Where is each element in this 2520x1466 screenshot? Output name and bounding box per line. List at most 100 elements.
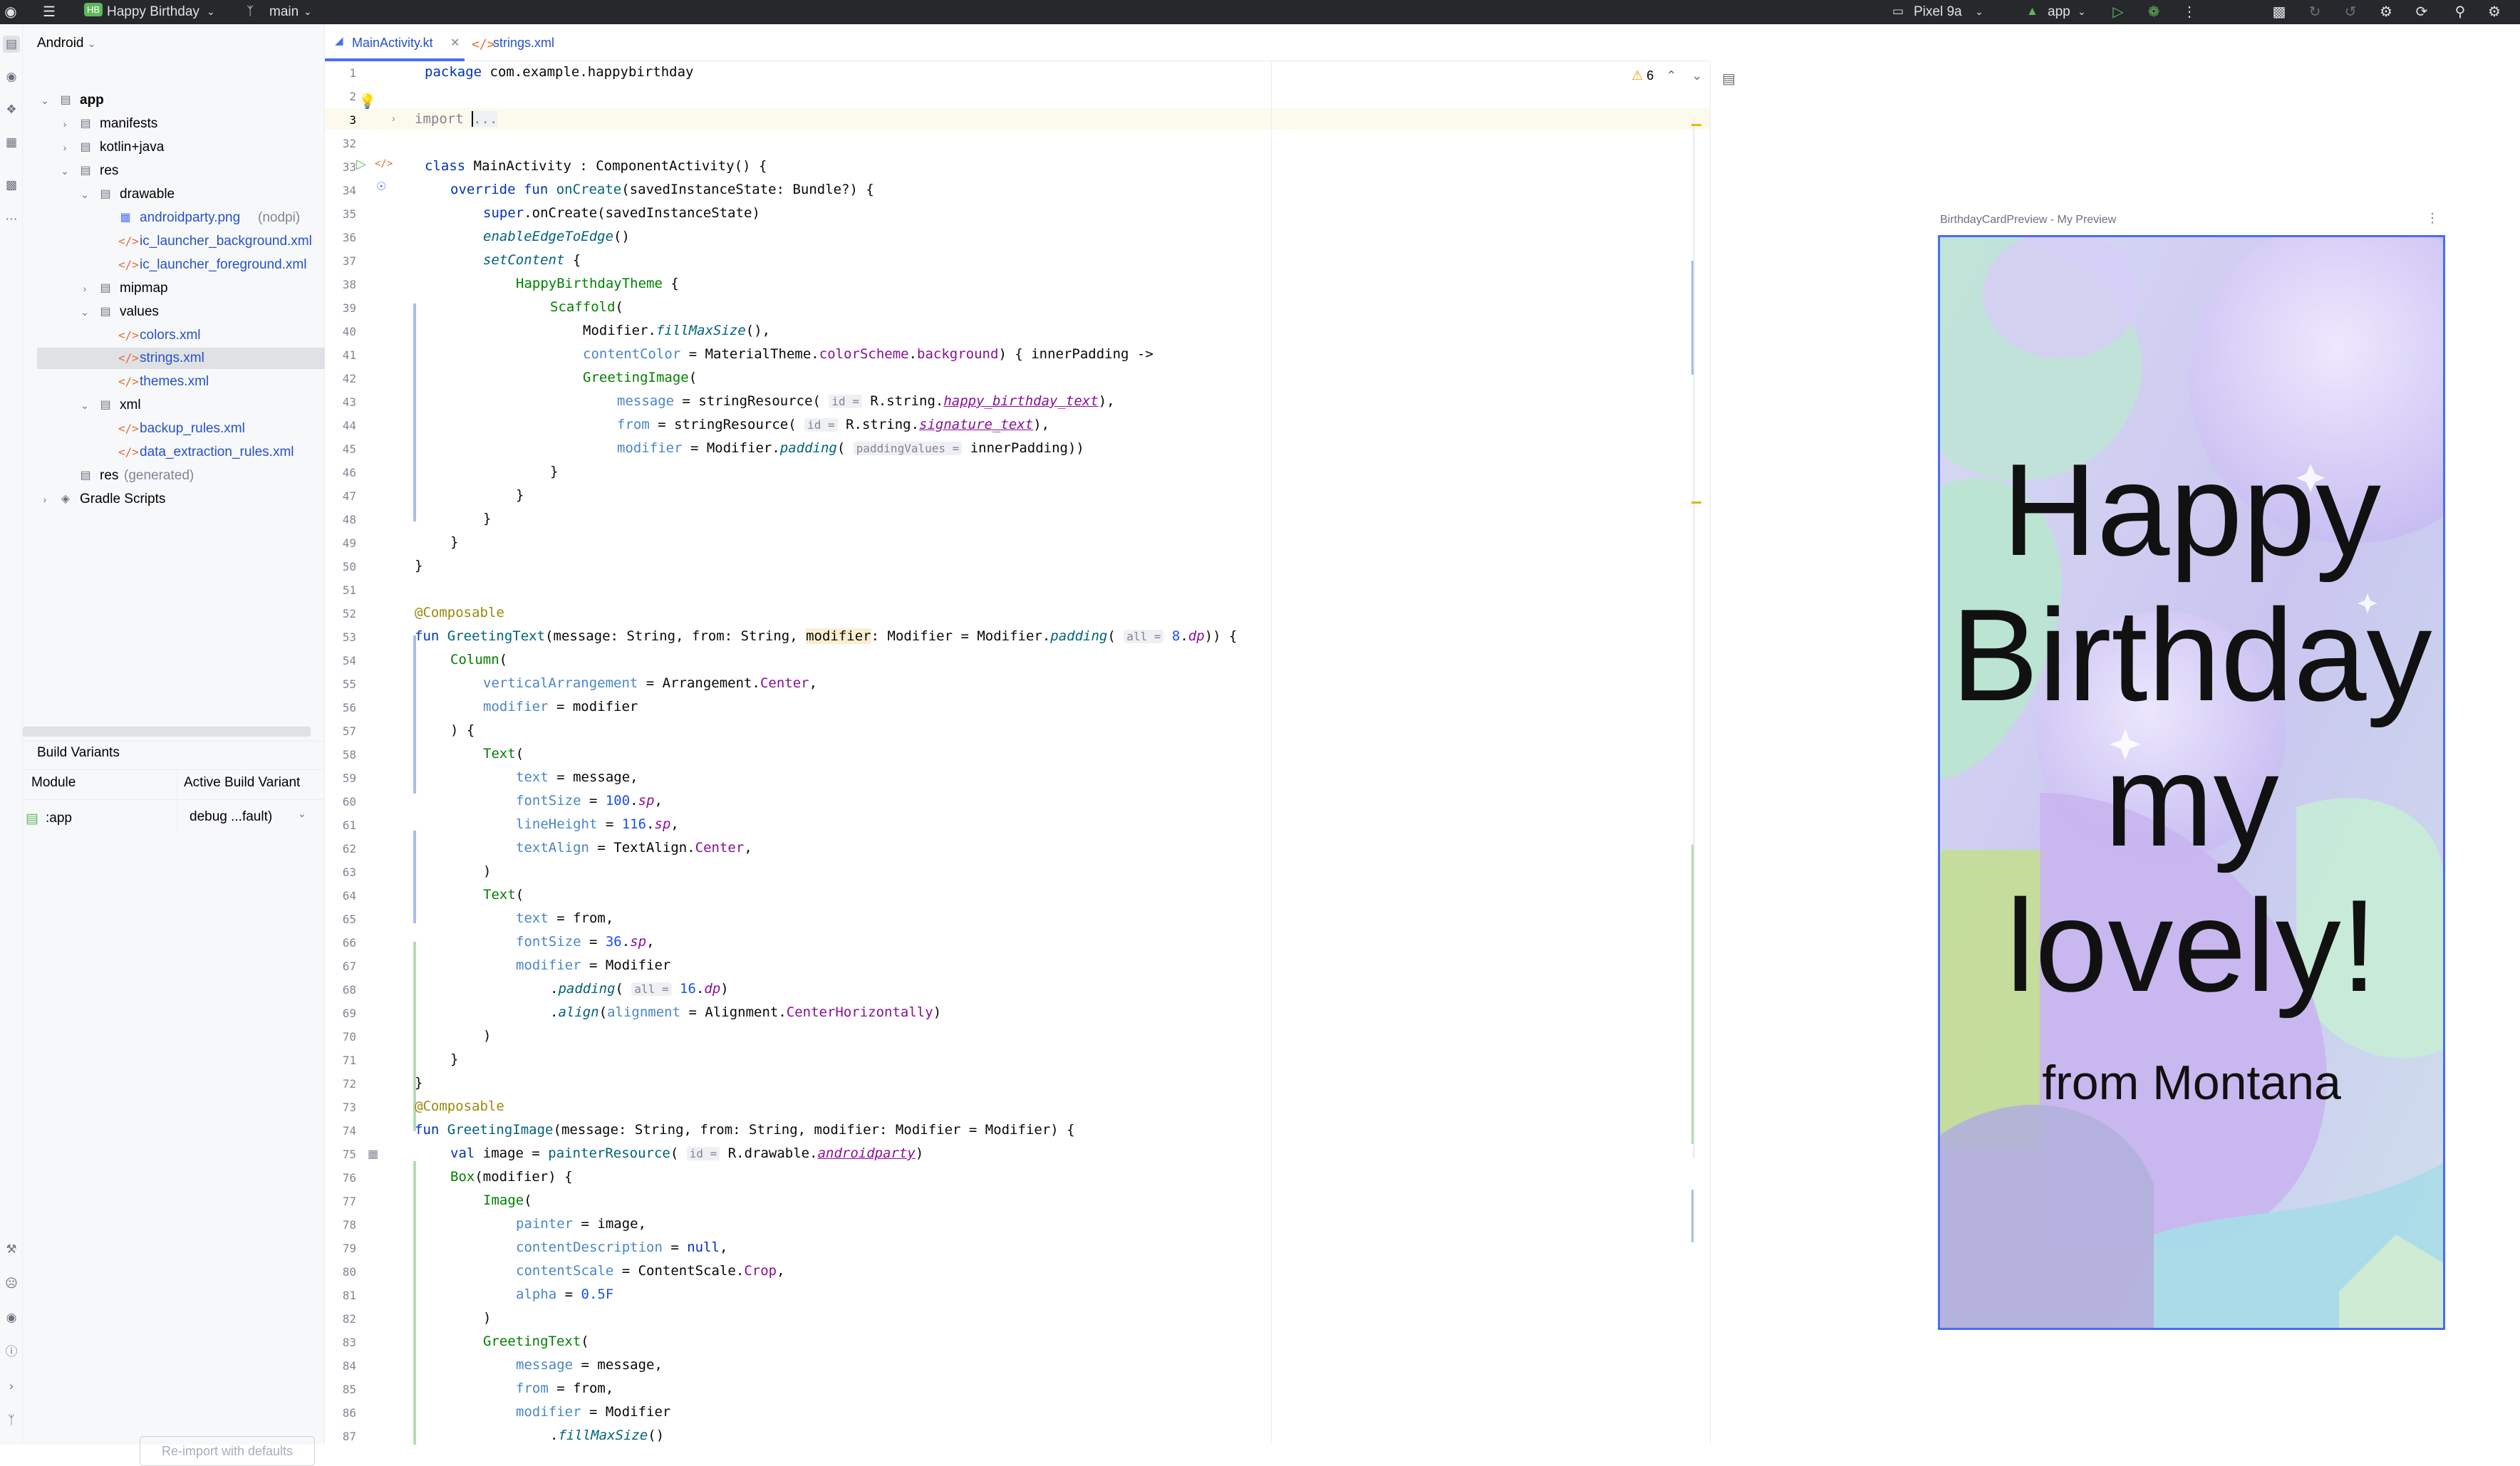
search-icon[interactable]: ⚲ xyxy=(2451,3,2469,21)
preview-toolbar-icon[interactable]: ▤ xyxy=(1722,70,1736,88)
code-line-59: text = message, xyxy=(516,769,638,785)
chevron-down-icon: ⌄ xyxy=(81,189,89,200)
android-studio-logo-icon[interactable]: ◉ xyxy=(1,3,20,21)
column-header-variant[interactable]: Active Build Variant xyxy=(184,775,300,791)
line-number: 74 xyxy=(342,1124,356,1138)
line-number: 63 xyxy=(342,865,356,879)
preview-more-icon[interactable]: ⋮ xyxy=(2426,211,2439,226)
close-tab-icon[interactable]: ✕ xyxy=(450,36,460,50)
reimport-button[interactable]: Re-import with defaults xyxy=(140,1436,315,1466)
resource-manager-icon[interactable]: ❖ xyxy=(3,101,20,118)
tree-item-data-extraction-rules[interactable]: </> data_extraction_rules.xml xyxy=(23,442,325,463)
line-number: 76 xyxy=(342,1171,356,1185)
line-number: 58 xyxy=(342,748,356,761)
code-line-78: painter = image, xyxy=(516,1216,647,1232)
module-cell: :app xyxy=(46,811,72,826)
branch-dropdown[interactable]: main xyxy=(269,4,299,20)
tab-strings-xml[interactable]: strings.xml xyxy=(493,36,554,51)
tree-item-mipmap[interactable]: › ▤ mipmap xyxy=(23,278,325,299)
logcat-tool-icon[interactable]: ☹ xyxy=(3,1275,20,1292)
build-variants-tool-icon[interactable]: ▩ xyxy=(3,177,20,194)
tree-item-ic-launcher-foreground[interactable]: </> ic_launcher_foreground.xml xyxy=(23,254,325,276)
code-line-79: contentDescription = null, xyxy=(516,1239,728,1255)
run-icon[interactable]: ▷ xyxy=(2109,3,2127,21)
tab-mainactivity[interactable]: MainActivity.kt xyxy=(352,36,433,51)
more-tools-icon[interactable]: ⋯ xyxy=(3,211,20,228)
previous-highlight-icon[interactable]: ⌃ xyxy=(1666,68,1676,83)
code-editor[interactable]: 1 2 3 32 33 34 35 36 37 38 39 40 41 42 43 44 45 46 47 48 49 5… xyxy=(325,61,1710,1445)
project-tool-icon[interactable]: ▤ xyxy=(3,36,20,53)
tree-item-app[interactable]: ⌄ ▤ app xyxy=(23,90,325,111)
code-line-74: fun GreetingImage(message: String, from:… xyxy=(415,1122,1075,1138)
folder-icon: ▤ xyxy=(100,282,111,294)
device-selector[interactable]: Pixel 9a xyxy=(1914,4,1962,20)
birthday-card-preview[interactable]: Happy Birthday my lovely! from Montana xyxy=(1938,235,2445,1330)
problems-tool-icon[interactable]: ⓘ xyxy=(3,1343,20,1361)
tree-item-themes-xml[interactable]: </> themes.xml xyxy=(23,371,325,393)
line-number: 32 xyxy=(342,137,356,150)
tree-item-manifests[interactable]: › ▤ manifests xyxy=(23,113,325,135)
compose-preview-icon[interactable]: </> xyxy=(375,158,393,170)
tree-item-colors-xml[interactable]: </> colors.xml xyxy=(23,325,325,346)
tree-item-res[interactable]: ⌄ ▤ res xyxy=(23,160,325,182)
panel-scrollbar[interactable] xyxy=(23,727,311,737)
preview-title[interactable]: BirthdayCardPreview - My Preview xyxy=(1940,214,2116,227)
more-actions-icon[interactable]: ⋮ xyxy=(2180,3,2199,21)
commit-tool-icon[interactable]: ◉ xyxy=(3,68,20,85)
code-line-48: } xyxy=(483,511,492,526)
line-number: 52 xyxy=(342,607,356,620)
bug-report-icon[interactable]: ⚙ xyxy=(2377,3,2395,21)
build-tool-icon[interactable]: ⚒ xyxy=(3,1241,20,1258)
next-highlight-icon[interactable]: ⌄ xyxy=(1691,68,1702,83)
terminal-tool-icon[interactable]: › xyxy=(3,1378,20,1395)
code-line-42: GreetingImage( xyxy=(583,370,698,385)
xml-file-icon: </> xyxy=(118,234,139,248)
code-line-69: .align(alignment = Alignment.CenterHoriz… xyxy=(550,1004,942,1020)
fold-chevron-icon[interactable]: › xyxy=(392,113,395,124)
main-menu-icon[interactable]: ☰ xyxy=(40,3,58,21)
project-name-dropdown[interactable]: Happy Birthday xyxy=(107,4,199,20)
column-header-module[interactable]: Module xyxy=(31,775,76,791)
tree-item-ic-launcher-background[interactable]: </> ic_launcher_background.xml xyxy=(23,231,325,252)
code-line-64: Text( xyxy=(483,887,524,903)
code-line-77: Image( xyxy=(483,1192,532,1208)
code-line-83: GreetingText( xyxy=(483,1334,589,1349)
tree-item-kotlin-java[interactable]: › ▤ kotlin+java xyxy=(23,137,325,158)
tree-item-backup-rules[interactable]: </> backup_rules.xml xyxy=(23,418,325,440)
tree-item-label: ic_launcher_background.xml xyxy=(140,234,312,249)
sync-icon[interactable]: ↺ xyxy=(2341,3,2360,21)
project-panel: Android ⌄ ⌄ ▤ app › ▤ manifests › ▤ kotl… xyxy=(23,24,336,1466)
project-badge: HB xyxy=(84,3,103,16)
debug-icon[interactable]: ❁ xyxy=(2145,3,2163,21)
settings-gear-icon[interactable]: ⚙ xyxy=(2485,3,2504,21)
change-stripe xyxy=(1691,261,1694,375)
tree-item-strings-xml[interactable]: </> strings.xml xyxy=(23,348,325,369)
project-view-selector[interactable]: Android ⌄ xyxy=(37,36,96,51)
lightbulb-icon[interactable]: 💡 xyxy=(358,93,376,110)
run-config-selector[interactable]: app xyxy=(2048,4,2070,20)
folder-icon: ▤ xyxy=(100,306,111,318)
structure-tool-icon[interactable]: ▦ xyxy=(3,134,20,151)
override-icon[interactable]: ☉ xyxy=(376,180,386,194)
chevron-down-icon: ⌄ xyxy=(304,6,312,17)
line-number: 77 xyxy=(342,1195,356,1208)
tree-item-res-generated[interactable]: ▤ res (generated) xyxy=(23,465,325,487)
chevron-right-icon: › xyxy=(83,283,87,294)
gradle-sync-icon[interactable]: ⟳ xyxy=(2412,3,2431,21)
variant-dropdown[interactable]: debug ...fault) xyxy=(190,809,272,825)
apply-changes-icon[interactable]: ↻ xyxy=(2306,3,2324,21)
tree-item-drawable[interactable]: ⌄ ▤ drawable xyxy=(23,184,325,205)
tree-item-values[interactable]: ⌄ ▤ values xyxy=(23,301,325,323)
code-line-84: message = message, xyxy=(516,1357,663,1373)
left-tool-strip: ▤ ◉ ❖ ▦ ▩ ⋯ ⚒ ☹ ◉ ⓘ › ᛉ xyxy=(0,24,23,1445)
app-inspection-icon[interactable]: ◉ xyxy=(3,1309,20,1326)
inspection-widget[interactable]: ⚠ 6 ⌃ ⌄ xyxy=(1632,68,1702,83)
code-line-40: Modifier.fillMaxSize(), xyxy=(583,323,771,338)
tree-item-androidparty-png[interactable]: ▦ androidparty.png (nodpi) xyxy=(23,207,325,229)
tree-item-gradle-scripts[interactable]: › ◈ Gradle Scripts xyxy=(23,489,325,510)
line-number: 35 xyxy=(342,207,356,221)
version-control-icon[interactable]: ᛉ xyxy=(3,1412,20,1429)
device-manager-icon[interactable]: ▩ xyxy=(2270,3,2288,21)
run-gutter-icon[interactable]: ▷ xyxy=(356,157,366,172)
tree-item-xml[interactable]: ⌄ ▤ xml xyxy=(23,395,325,416)
